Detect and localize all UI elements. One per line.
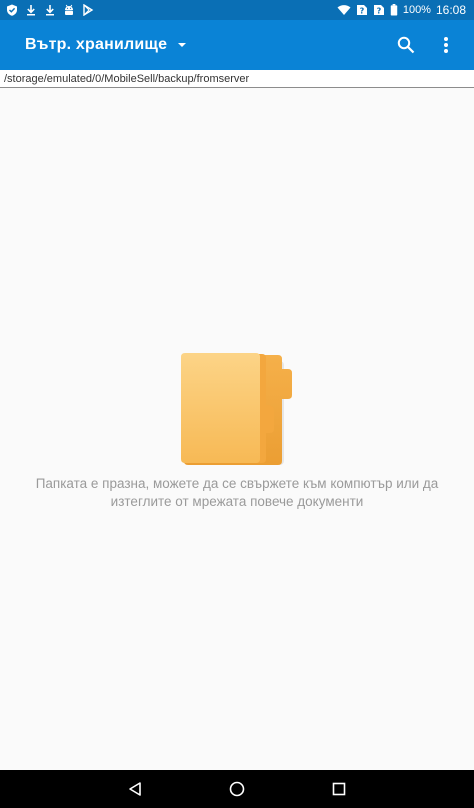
back-button[interactable] — [105, 770, 165, 808]
path-breadcrumb[interactable]: /storage/emulated/0/MobileSell/backup/fr… — [0, 70, 474, 88]
recents-button[interactable] — [309, 770, 369, 808]
back-icon — [129, 782, 141, 796]
system-icons: ? ? 100% 16:08 — [337, 3, 474, 17]
home-icon — [229, 781, 245, 797]
more-vert-icon — [444, 37, 448, 53]
svg-text:?: ? — [360, 7, 365, 16]
app-bar: Вътр. хранилище — [0, 20, 474, 70]
status-bar: ? ? 100% 16:08 — [0, 0, 474, 20]
download-icon — [27, 5, 35, 16]
status-time: 16:08 — [435, 3, 466, 17]
search-icon — [397, 36, 415, 54]
system-navigation-bar — [0, 770, 474, 808]
notification-icons — [0, 4, 94, 16]
app-bar-actions — [396, 35, 474, 55]
file-list-area: Папката е празна, можете да се свържете … — [0, 88, 474, 770]
shield-icon — [7, 4, 17, 16]
empty-folder-message: Папката е празна, можете да се свържете … — [35, 476, 439, 509]
sim-unknown-icon: ? — [373, 5, 384, 16]
sim-unknown-icon: ? — [356, 5, 367, 16]
dropdown-arrow-icon[interactable] — [177, 40, 187, 50]
home-button[interactable] — [207, 770, 267, 808]
android-icon — [65, 4, 73, 15]
search-button[interactable] — [396, 35, 416, 55]
nav-buttons — [105, 770, 369, 808]
wifi-icon — [337, 5, 351, 15]
play-store-icon — [83, 4, 94, 16]
empty-folder-icon — [181, 353, 292, 465]
recents-icon — [332, 782, 346, 796]
storage-selector-title[interactable]: Вътр. хранилище — [25, 36, 167, 54]
svg-text:?: ? — [377, 7, 382, 16]
battery-icon — [390, 4, 398, 16]
download-icon — [46, 5, 54, 16]
current-path: /storage/emulated/0/MobileSell/backup/fr… — [4, 72, 250, 85]
battery-percent: 100% — [402, 4, 431, 16]
more-options-button[interactable] — [436, 35, 456, 55]
